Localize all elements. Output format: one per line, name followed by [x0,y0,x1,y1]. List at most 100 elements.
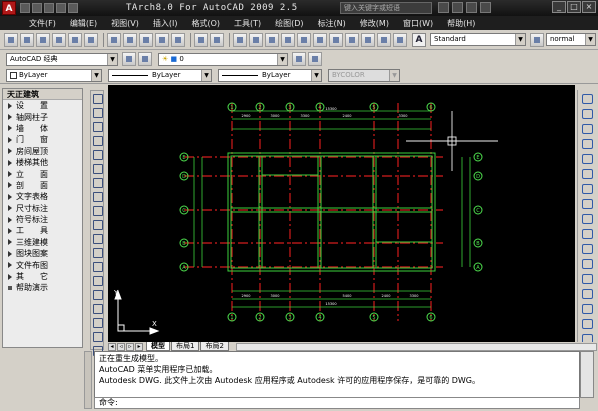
help-search-input[interactable]: 键入关键字或短语 [340,2,432,14]
copy-icon[interactable] [123,32,137,47]
menu-draw[interactable]: 绘图(D) [268,18,310,29]
array-icon[interactable] [580,152,594,165]
palette-item-axis-columns[interactable]: 轴网柱子 [3,111,82,122]
horizontal-scrollbar[interactable] [235,342,597,351]
line-icon[interactable] [91,92,103,104]
open-file-icon[interactable] [32,3,42,13]
palette-item-tools[interactable]: 工 具 [3,225,82,236]
gradient-icon[interactable] [91,302,103,314]
rotate-icon[interactable] [580,182,594,195]
revision-cloud-icon[interactable] [91,190,103,202]
palette-item-settings[interactable]: 设 置 [3,100,82,111]
undo-icon[interactable] [68,3,78,13]
color-select[interactable]: ByLayer ▼ [6,69,102,82]
chevron-down-icon[interactable]: ▼ [311,70,321,81]
palette-item-blocks-patterns[interactable]: 图块图案 [3,248,82,259]
erase-icon[interactable] [580,92,594,105]
join-icon[interactable] [580,287,594,300]
help-icon[interactable] [480,2,491,13]
palette-item-stairs[interactable]: 楼梯其他 [3,157,82,168]
linetype-select[interactable]: ByLayer ▼ [108,69,212,82]
tab-prev-icon[interactable]: ◃ [117,342,125,351]
save-icon[interactable] [36,32,50,47]
redo-icon[interactable] [210,32,224,47]
plot-preview-icon[interactable] [68,32,82,47]
new-file-icon[interactable] [20,3,30,13]
menu-dimension[interactable]: 标注(N) [311,18,353,29]
palette-item-rooms-roofs[interactable]: 房间屋顶 [3,146,82,157]
markup-icon[interactable] [361,32,375,47]
tab-layout2[interactable]: 布局2 [200,342,229,351]
table-icon[interactable] [91,330,103,342]
pan-icon[interactable] [233,32,247,47]
circle-icon[interactable] [91,176,103,188]
palette-item-symbols[interactable]: 符号标注 [3,214,82,225]
layer-previous-icon[interactable] [308,52,322,66]
menu-help[interactable]: 帮助(H) [440,18,482,29]
chevron-down-icon[interactable]: ▼ [91,70,101,81]
qnew-icon[interactable] [4,32,18,47]
menu-window[interactable]: 窗口(W) [396,18,440,29]
tab-model[interactable]: 模型 [146,342,170,351]
paste-icon[interactable] [139,32,153,47]
quickcalc-icon[interactable] [377,32,391,47]
minimize-button[interactable]: _ [552,1,566,13]
stretch-icon[interactable] [580,212,594,225]
tab-first-icon[interactable]: ◂ [108,342,116,351]
drawing-canvas[interactable]: 1 2 3 4 5 6 1 2 3 4 5 6 E D C B A E D C … [108,85,575,342]
menu-insert[interactable]: 插入(I) [146,18,185,29]
block-editor-icon[interactable] [171,32,185,47]
tab-layout1[interactable]: 布局1 [171,342,200,351]
text-style-icon[interactable]: A [412,32,426,47]
print-icon[interactable] [56,3,66,13]
offset-icon[interactable] [580,137,594,150]
region-icon[interactable] [91,316,103,328]
tab-next-icon[interactable]: ▹ [126,342,134,351]
plot-icon[interactable] [52,32,66,47]
menu-modify[interactable]: 修改(M) [353,18,396,29]
workspace-select[interactable]: AutoCAD 经典 ▼ [6,52,118,66]
fillet-icon[interactable] [580,317,594,330]
save-icon[interactable] [44,3,54,13]
cut-icon[interactable] [107,32,121,47]
layer-select[interactable]: ☀ ■ 0 ▼ [158,52,288,66]
menu-edit[interactable]: 编辑(E) [63,18,104,29]
open-icon[interactable] [20,32,34,47]
communication-center-icon[interactable] [452,2,463,13]
ellipse-arc-icon[interactable] [91,232,103,244]
palette-item-3d-modeling[interactable]: 三维建模 [3,237,82,248]
polyline-icon[interactable] [91,120,103,132]
menu-format[interactable]: 格式(O) [184,18,227,29]
close-button[interactable]: × [582,1,596,13]
palette-item-doors-windows[interactable]: 门 窗 [3,134,82,145]
chevron-down-icon[interactable]: ▼ [277,53,287,65]
construction-line-icon[interactable] [91,106,103,118]
palette-item-elevation[interactable]: 立 面 [3,168,82,179]
chevron-down-icon[interactable]: ▼ [107,53,117,65]
dim-style-select[interactable]: normal ▼ [546,33,596,46]
autocad-logo-icon[interactable]: A [2,1,16,15]
palette-item-walls[interactable]: 墙 体 [3,123,82,134]
spline-icon[interactable] [91,204,103,216]
zoom-previous-icon[interactable] [281,32,295,47]
move-icon[interactable] [580,167,594,180]
layer-manager-icon[interactable] [138,52,152,66]
break-at-point-icon[interactable] [580,257,594,270]
palette-item-dimensions[interactable]: 尺寸标注 [3,203,82,214]
palette-item-other[interactable]: 其 它 [3,271,82,282]
lineweight-select[interactable]: ByLayer ▼ [218,69,322,82]
design-center-icon[interactable] [313,32,327,47]
palette-item-file-layout[interactable]: 文件布图 [3,259,82,270]
tool-palettes-icon[interactable] [329,32,343,47]
palette-item-text-tables[interactable]: 文字表格 [3,191,82,202]
chamfer-icon[interactable] [580,302,594,315]
workspace-settings-icon[interactable] [122,52,136,66]
zoom-window-icon[interactable] [265,32,279,47]
hatch-icon[interactable] [91,288,103,300]
undo-icon[interactable] [194,32,208,47]
search-icon[interactable] [438,2,449,13]
menu-tools[interactable]: 工具(T) [227,18,268,29]
command-scrollbar[interactable] [580,351,594,398]
chevron-down-icon[interactable]: ▼ [585,34,595,45]
palette-item-help-demo[interactable]: 帮助演示 [3,282,82,293]
